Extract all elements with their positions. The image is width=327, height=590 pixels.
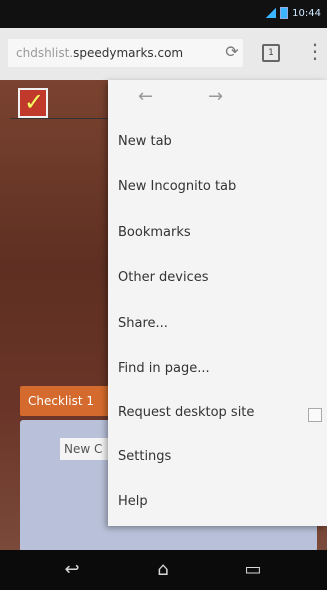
menu-item-request-desktop-site[interactable]: Request desktop site xyxy=(118,405,254,420)
browser-toolbar: chdshlist.speedymarks.com ⟳ 1 ⋮ xyxy=(0,28,327,80)
reload-icon[interactable]: ⟳ xyxy=(222,42,242,62)
menu-item-bookmarks[interactable]: Bookmarks xyxy=(118,225,191,240)
arrow-right-icon[interactable]: → xyxy=(208,86,223,107)
status-icons: 10:44 xyxy=(266,7,321,19)
nav-back-icon[interactable]: ↩ xyxy=(52,559,92,580)
menu-nav-row: ← → xyxy=(108,80,256,118)
menu-item-help[interactable]: Help xyxy=(118,494,148,509)
nav-home-icon[interactable]: ⌂ xyxy=(143,559,183,580)
menu-item-new-incognito-tab[interactable]: New Incognito tab xyxy=(118,179,236,194)
battery-icon xyxy=(280,7,289,19)
request-desktop-site-checkbox[interactable] xyxy=(308,408,322,422)
arrow-left-icon[interactable]: ← xyxy=(138,86,153,107)
chrome-overflow-menu: ← → New tab New Incognito tab Bookmarks … xyxy=(108,80,327,526)
address-bar[interactable]: chdshlist.speedymarks.com xyxy=(8,39,243,67)
menu-item-find-in-page[interactable]: Find in page... xyxy=(118,361,210,376)
url-host: speedymarks.com xyxy=(73,46,184,60)
menu-item-other-devices[interactable]: Other devices xyxy=(118,270,209,285)
signal-icon xyxy=(266,8,277,18)
android-nav-bar: ↩ ⌂ ▭ xyxy=(0,550,327,590)
header-divider xyxy=(10,118,117,119)
menu-item-settings[interactable]: Settings xyxy=(118,449,171,464)
tabs-icon[interactable]: 1 xyxy=(262,44,280,62)
menu-item-new-tab[interactable]: New tab xyxy=(118,134,172,149)
nav-recents-icon[interactable]: ▭ xyxy=(233,559,273,580)
status-time: 10:44 xyxy=(292,7,321,19)
checkmark-logo-icon: ✓ xyxy=(18,88,48,118)
url-scheme: chdshlist. xyxy=(16,46,74,60)
status-bar: 10:44 xyxy=(0,0,327,28)
checklist-tab[interactable]: Checklist 1 xyxy=(20,386,120,416)
overflow-menu-icon[interactable]: ⋮ xyxy=(305,40,325,62)
menu-item-share[interactable]: Share... xyxy=(118,316,168,331)
